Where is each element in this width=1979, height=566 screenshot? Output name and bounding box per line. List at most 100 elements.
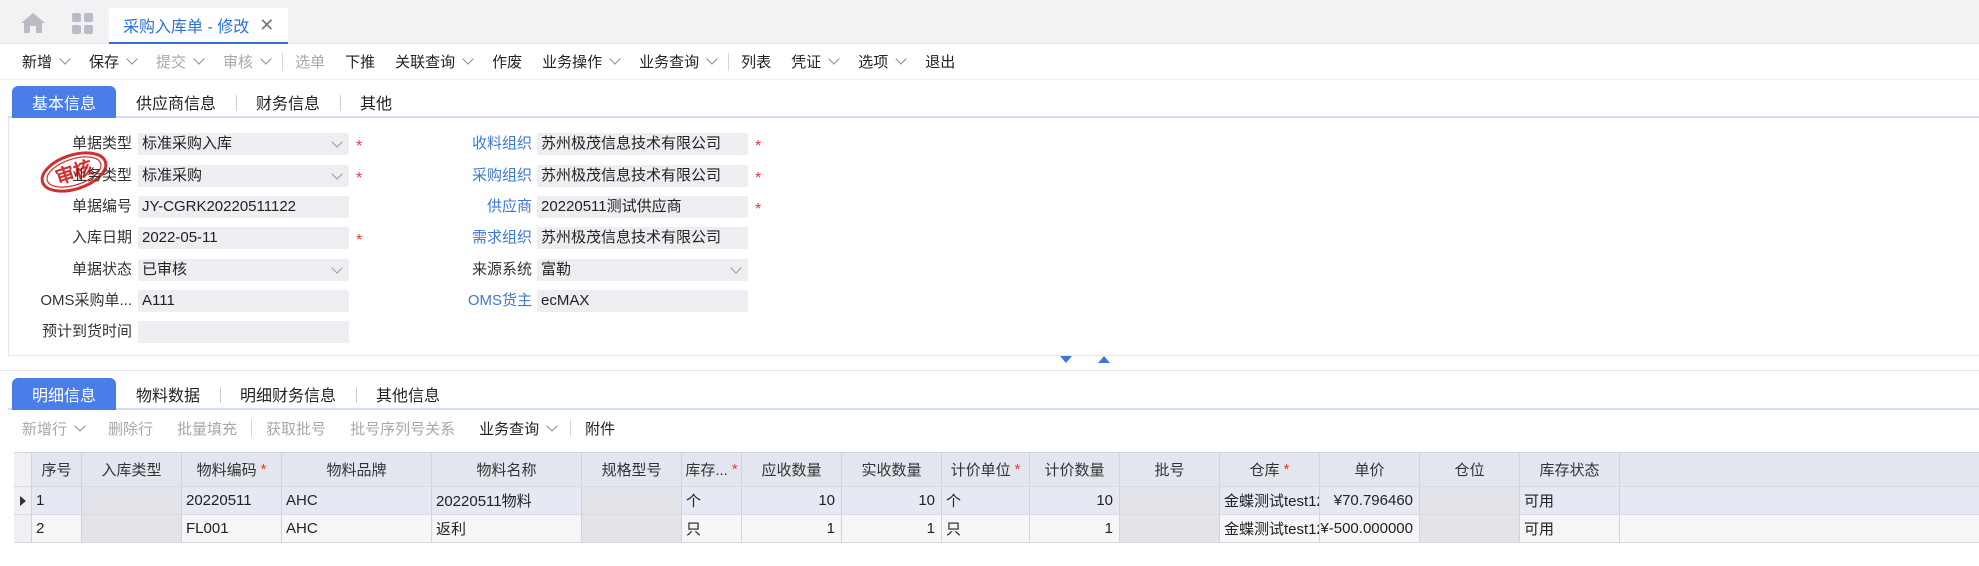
grid-header-cell[interactable]: 序号 [32,453,82,486]
toolbar-button[interactable]: 保存 [79,44,146,80]
grid-cell[interactable] [1120,487,1220,514]
grid-cell[interactable]: ¥-500.000000 [1320,515,1420,542]
section-tab[interactable]: 物料数据 [116,378,220,410]
collapse-down-icon[interactable] [1060,356,1072,363]
toolbar-button[interactable]: 审核 [213,44,280,80]
chevron-down-icon[interactable] [706,53,718,65]
toolbar-button[interactable]: 提交 [146,44,213,80]
doc-status-select[interactable]: 已审核 [138,259,349,281]
grid-header-cell[interactable]: 库存状态 [1520,453,1620,486]
section-tab[interactable]: 财务信息 [236,86,340,118]
demand-org-field[interactable]: 苏州极茂信息技术有限公司 [537,227,748,249]
grid-header-cell[interactable]: 库存... * [682,453,742,486]
toolbar-button[interactable]: 关联查询 [385,44,482,80]
panel-collapse-toggle[interactable] [1060,356,1110,363]
grid-cell[interactable]: 只 [942,515,1030,542]
section-tab[interactable]: 明细财务信息 [220,378,356,410]
detail-toolbar-button[interactable]: 业务查询 [467,414,568,442]
chevron-down-icon[interactable] [193,53,205,65]
grid-cell[interactable]: FL001 [182,515,282,542]
section-tab[interactable]: 其他 [340,86,412,118]
grid-cell[interactable]: 10 [1030,487,1120,514]
grid-cell[interactable]: 10 [742,487,842,514]
grid-header-cell[interactable]: 规格型号 [582,453,682,486]
recv-org-label[interactable]: 收料组织 [422,133,532,155]
grid-header-cell[interactable]: 应收数量 [742,453,842,486]
grid-cell[interactable] [1420,515,1520,542]
detail-toolbar-button[interactable]: 获取批号 [254,414,338,442]
grid-header-cell[interactable]: 物料编码 * [182,453,282,486]
chevron-down-icon[interactable] [59,53,71,65]
oms-owner-field[interactable]: ecMAX [537,290,748,312]
biz-type-select[interactable]: 标准采购 [138,165,349,187]
grid-cell[interactable]: ¥70.796460 [1320,487,1420,514]
detail-toolbar-button[interactable]: 删除行 [96,414,165,442]
grid-cell[interactable] [1120,515,1220,542]
chevron-down-icon[interactable] [828,53,840,65]
grid-cell[interactable] [82,515,182,542]
purch-org-label[interactable]: 采购组织 [422,165,532,187]
toolbar-button[interactable]: 选单 [285,44,335,80]
chevron-down-icon[interactable] [331,168,343,180]
grid-cell[interactable]: AHC [282,487,432,514]
toolbar-button[interactable]: 业务查询 [629,44,726,80]
chevron-down-icon[interactable] [331,136,343,148]
toolbar-button[interactable]: 业务操作 [532,44,629,80]
toolbar-button[interactable]: 退出 [915,44,965,80]
grid-cell[interactable]: 金蝶测试test123 [1220,487,1320,514]
grid-cell[interactable]: 可用 [1520,487,1620,514]
grid-cell[interactable]: 返利 [432,515,582,542]
supplier-label[interactable]: 供应商 [422,196,532,218]
table-row[interactable]: 120220511AHC20220511物料个1010个10金蝶测试test12… [14,487,1979,515]
grid-cell[interactable]: 2 [32,515,82,542]
detail-toolbar-button[interactable]: 新增行 [10,414,96,442]
detail-toolbar-button[interactable]: 批号序列号关系 [338,414,467,442]
in-date-field[interactable]: 2022-05-11 [138,227,349,249]
doc-type-select[interactable]: 标准采购入库 [138,133,349,155]
home-icon[interactable] [20,12,46,34]
chevron-down-icon[interactable] [730,262,742,274]
grid-cell[interactable] [82,487,182,514]
detail-toolbar-button[interactable]: 附件 [573,414,627,442]
oms-owner-label[interactable]: OMS货主 [422,290,532,312]
grid-cell[interactable]: 个 [942,487,1030,514]
chevron-down-icon[interactable] [462,53,474,65]
grid-header-cell[interactable]: 物料名称 [432,453,582,486]
source-sys-select[interactable]: 富勒 [537,259,748,281]
grid-cell[interactable]: 10 [842,487,942,514]
grid-header-cell[interactable]: 批号 [1120,453,1220,486]
table-row[interactable]: 2FL001AHC返利只11只1金蝶测试test123¥-500.000000可… [14,515,1979,543]
grid-header-cell[interactable]: 仓库 * [1220,453,1320,486]
grid-cell[interactable]: 1 [742,515,842,542]
detail-toolbar-button[interactable]: 批量填充 [165,414,249,442]
toolbar-button[interactable]: 作废 [482,44,532,80]
oms-po-field[interactable]: A111 [138,290,349,312]
grid-cell[interactable]: 20220511 [182,487,282,514]
grid-cell[interactable]: 只 [682,515,742,542]
grid-cell[interactable]: 20220511物料 [432,487,582,514]
toolbar-button[interactable]: 列表 [731,44,781,80]
close-icon[interactable]: ✕ [259,16,274,34]
grid-header-cell[interactable]: 计价单位 * [942,453,1030,486]
grid-cell[interactable] [582,515,682,542]
grid-header-cell[interactable]: 仓位 [1420,453,1520,486]
apps-grid-icon[interactable] [72,13,94,35]
collapse-up-icon[interactable] [1098,356,1110,363]
doc-no-field[interactable]: JY-CGRK20220511122 [138,196,349,218]
section-tab[interactable]: 其他信息 [356,378,460,410]
grid-cell[interactable]: 1 [1030,515,1120,542]
toolbar-button[interactable]: 凭证 [781,44,848,80]
grid-cell[interactable]: 1 [32,487,82,514]
toolbar-button[interactable]: 新增 [12,44,79,80]
grid-header-cell[interactable]: 单价 [1320,453,1420,486]
grid-cell[interactable] [1420,487,1520,514]
grid-cell[interactable]: AHC [282,515,432,542]
chevron-down-icon[interactable] [74,419,86,432]
document-tab[interactable]: 采购入库单 - 修改 ✕ [109,8,289,44]
grid-cell[interactable]: 可用 [1520,515,1620,542]
grid-cell[interactable]: 1 [842,515,942,542]
grid-cell[interactable] [582,487,682,514]
grid-cell[interactable]: 个 [682,487,742,514]
chevron-down-icon[interactable] [126,53,138,65]
chevron-down-icon[interactable] [546,419,558,432]
